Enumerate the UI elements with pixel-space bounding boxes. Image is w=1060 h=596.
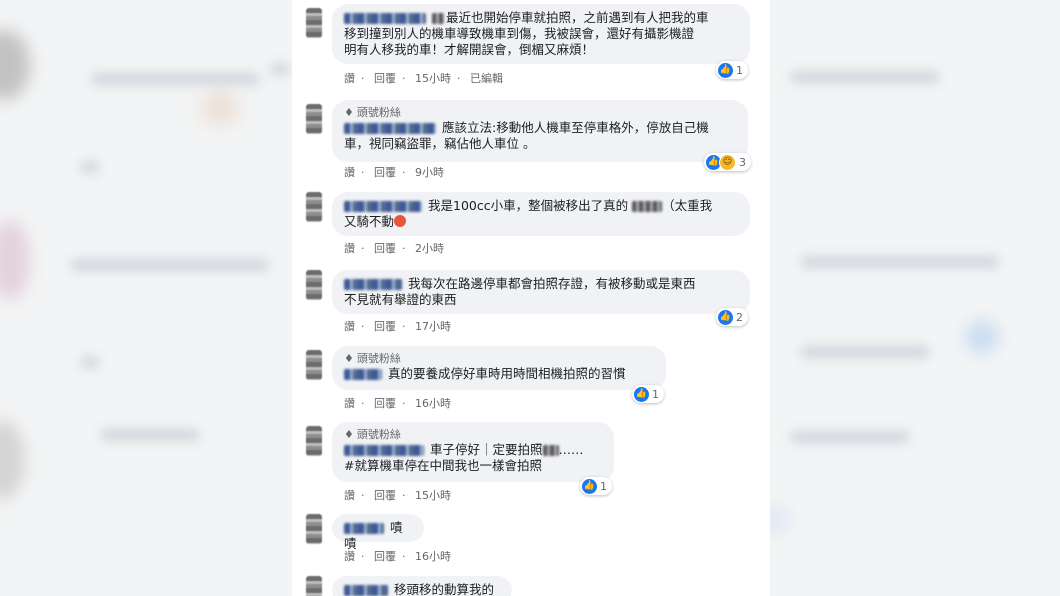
badge-label: 頭號粉絲 [356, 352, 401, 365]
like-action[interactable]: 讚 [344, 397, 355, 410]
reactions[interactable]: 👍 1 [580, 477, 612, 495]
top-fan-badge: ♦ 頭號粉絲 [344, 106, 736, 120]
timestamp[interactable]: 9小時 [415, 166, 444, 179]
reply-action[interactable]: 回覆 [374, 166, 396, 179]
reactions[interactable]: 👍 1 [632, 385, 664, 403]
comments-panel: 最近也開始停車就拍照，之前遇到有人把我的車 移到撞到別人的機車導致機車到傷，我被… [292, 0, 770, 596]
comment-bubble: 我是100cc小車，整個被移出了真的 （太重我 又騎不動 [332, 192, 750, 236]
like-action[interactable]: 讚 [344, 242, 355, 255]
like-icon: 👍 [582, 478, 597, 494]
like-action[interactable]: 讚 [344, 166, 355, 179]
like-action[interactable]: 讚 [344, 320, 355, 333]
comment-text: 車子停好｜定要拍照 [430, 442, 543, 457]
author-name[interactable] [344, 369, 382, 380]
top-fan-badge: ♦ 頭號粉絲 [344, 428, 602, 442]
comment-actions: 讚 · 回覆 · 17小時 [344, 320, 451, 333]
like-icon: 👍 [634, 386, 649, 402]
diamond-icon: ♦ [344, 106, 354, 119]
comment-text: 真的要養成停好車時用時間相機拍照的習慣 [388, 366, 626, 381]
timestamp[interactable]: 16小時 [415, 397, 451, 410]
diamond-icon: ♦ [344, 428, 354, 441]
redacted-text [542, 445, 559, 456]
avatar[interactable] [306, 270, 322, 300]
comment-actions: 讚 · 回覆 · 16小時 [344, 397, 451, 410]
author-name[interactable] [344, 201, 422, 212]
reactions[interactable]: 👍 ☺ 3 [704, 153, 751, 171]
diamond-icon: ♦ [344, 352, 354, 365]
angry-emoji-icon [394, 215, 407, 227]
badge-label: 頭號粉絲 [356, 106, 401, 119]
like-action[interactable]: 讚 [344, 489, 355, 502]
timestamp[interactable]: 2小時 [415, 242, 444, 255]
avatar[interactable] [306, 514, 322, 544]
avatar[interactable] [306, 576, 322, 596]
reply-action[interactable]: 回覆 [374, 397, 396, 410]
edited-label[interactable]: 已編輯 [470, 72, 503, 85]
reactions[interactable]: 👍 1 [716, 61, 748, 79]
reply-action[interactable]: 回覆 [374, 489, 396, 502]
comment-text: 移頭移的動算我的 [394, 582, 495, 596]
author-name[interactable] [344, 123, 436, 134]
comment-bubble: 移頭移的動算我的 [332, 576, 512, 596]
timestamp[interactable]: 16小時 [415, 550, 451, 563]
comment-actions: 讚 · 回覆 · 15小時 · 已編輯 [344, 72, 503, 85]
like-icon: 👍 [718, 62, 733, 78]
comment-bubble: ♦ 頭號粉絲 車子停好｜定要拍照…… #就算機車停在中間我也一樣會拍照 [332, 422, 614, 482]
comment-actions: 讚 · 回覆 · 2小時 [344, 242, 444, 255]
reaction-count: 1 [600, 479, 607, 493]
like-icon: 👍 [718, 309, 733, 325]
comment-actions: 讚 · 回覆 · 15小時 [344, 489, 451, 502]
avatar[interactable] [306, 350, 322, 380]
comment-bubble: 我每次在路邊停車都會拍照存證，有被移動或是東西 不見就有舉證的東西 [332, 270, 750, 314]
reply-action[interactable]: 回覆 [374, 72, 396, 85]
badge-label: 頭號粉絲 [356, 428, 401, 441]
timestamp[interactable]: 15小時 [415, 489, 451, 502]
author-name[interactable] [344, 279, 402, 290]
reply-action[interactable]: 回覆 [374, 550, 396, 563]
redacted-text [632, 201, 663, 212]
author-name[interactable] [344, 585, 388, 596]
comment-actions: 讚 · 回覆 · 16小時 [344, 550, 451, 563]
reply-action[interactable]: 回覆 [374, 242, 396, 255]
like-action[interactable]: 讚 [344, 550, 355, 563]
like-action[interactable]: 讚 [344, 72, 355, 85]
avatar[interactable] [306, 426, 322, 456]
reaction-count: 1 [652, 387, 659, 401]
reaction-count: 2 [736, 310, 743, 324]
reply-action[interactable]: 回覆 [374, 320, 396, 333]
timestamp[interactable]: 17小時 [415, 320, 451, 333]
author-name[interactable] [344, 13, 426, 24]
avatar[interactable] [306, 8, 322, 38]
timestamp[interactable]: 15小時 [415, 72, 451, 85]
comment-text: 我是100cc小車，整個被移出了真的 [428, 198, 629, 213]
reaction-count: 3 [739, 155, 746, 169]
avatar[interactable] [306, 192, 322, 222]
comment-actions: 讚 · 回覆 · 9小時 [344, 166, 444, 179]
reaction-count: 1 [736, 63, 743, 77]
comment-bubble: ♦ 頭號粉絲 應該立法:移動他人機車至停車格外，停放自己機 車，視同竊盜罪，竊佔他… [332, 100, 748, 162]
reactions[interactable]: 👍 2 [716, 308, 748, 326]
haha-icon: ☺ [719, 153, 736, 171]
author-name[interactable] [344, 445, 424, 456]
avatar[interactable] [306, 104, 322, 134]
comment-bubble: 嘖嘖 [332, 514, 424, 551]
top-fan-badge: ♦ 頭號粉絲 [344, 352, 654, 366]
mention-blur [432, 13, 444, 24]
comment-bubble: 最近也開始停車就拍照，之前遇到有人把我的車 移到撞到別人的機車導致機車到傷，我被… [332, 4, 750, 64]
author-name[interactable] [344, 523, 384, 534]
comment-bubble: ♦ 頭號粉絲 真的要養成停好車時用時間相機拍照的習慣 [332, 346, 666, 390]
